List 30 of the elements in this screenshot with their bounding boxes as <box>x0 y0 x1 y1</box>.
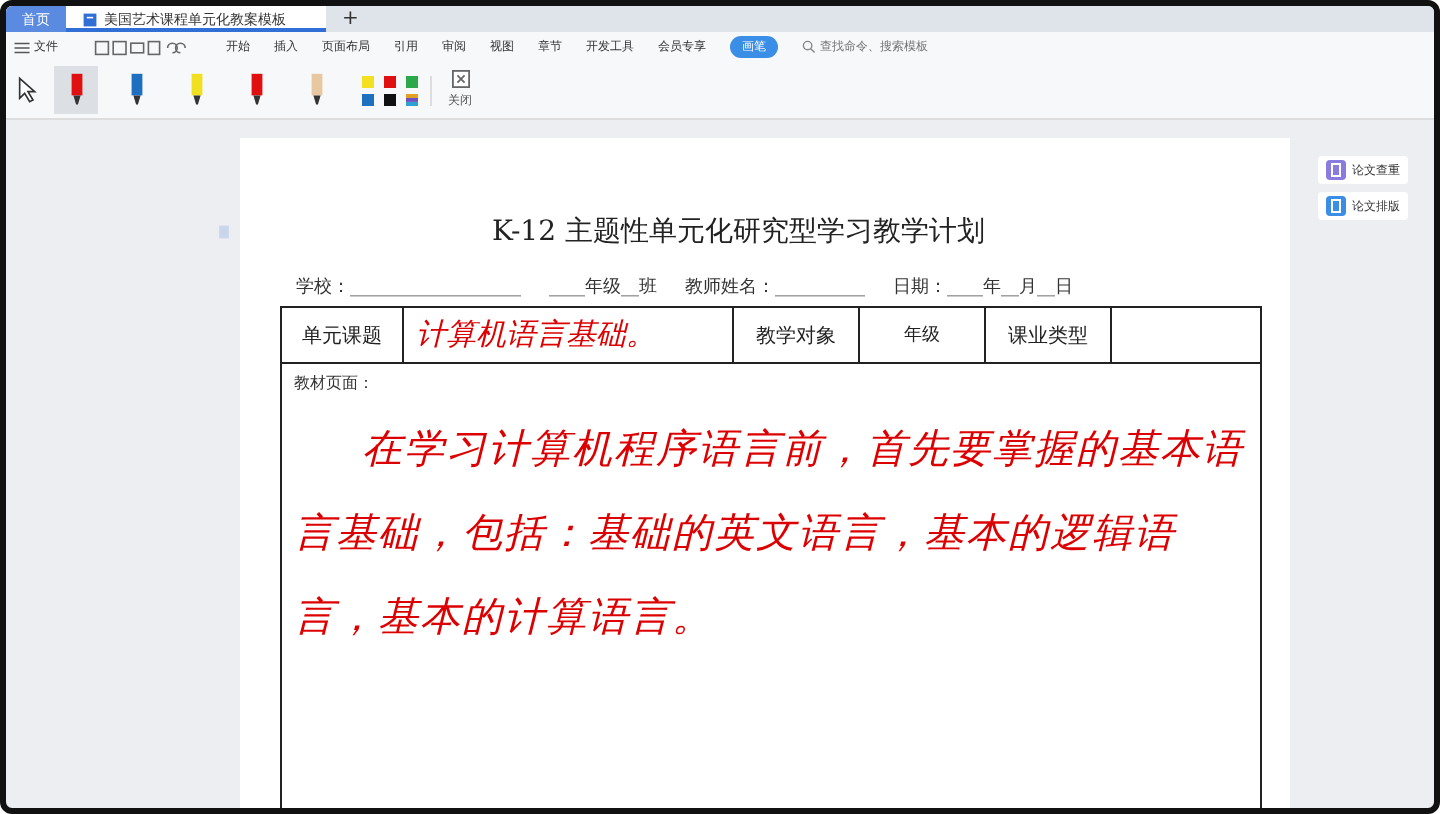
table-cell: 单元课题 <box>282 308 404 362</box>
form-field-label: 学校：___________________ <box>296 275 521 300</box>
table-cell: 年级 <box>860 308 986 362</box>
color-swatch[interactable] <box>362 93 374 105</box>
new-tab-button[interactable]: + <box>342 8 359 30</box>
handwritten-text: 在学习计算机程序语言前，首先要掌握的基本语言基础，包括：基础的英文语言，基本的逻辑语言，基本的计算语言。 <box>294 422 1248 644</box>
table-cell: 教学对象 <box>734 308 860 362</box>
color-swatch[interactable] <box>362 75 374 87</box>
form-field-label: ____年级__班 <box>549 275 657 300</box>
form-field-label: 日期：____年__月__日 <box>893 275 1073 300</box>
color-swatch[interactable] <box>406 75 418 87</box>
material-label: 教材页面： <box>294 372 376 394</box>
pointer-icon[interactable] <box>18 76 38 104</box>
marker-icon <box>187 72 205 108</box>
color-swatch[interactable] <box>384 93 396 105</box>
document-icon <box>82 11 98 27</box>
search-icon <box>802 40 816 54</box>
marker-icon <box>307 72 325 108</box>
form-field-label: 教师姓名：__________ <box>685 275 865 300</box>
table-cell: 计算机语言基础。 <box>404 308 734 362</box>
marker-icon <box>247 72 265 108</box>
table-cell: 课业类型 <box>986 308 1112 362</box>
color-swatch[interactable] <box>384 75 396 87</box>
document-title: K-12 主题性单元化研究型学习教学计划 <box>492 214 987 250</box>
color-palette-icon[interactable] <box>406 93 418 105</box>
menu-icon[interactable] <box>14 41 30 53</box>
pen-tool[interactable] <box>54 66 98 114</box>
close-icon <box>451 70 469 88</box>
marker-icon <box>127 72 145 108</box>
marker-icon <box>67 72 85 108</box>
